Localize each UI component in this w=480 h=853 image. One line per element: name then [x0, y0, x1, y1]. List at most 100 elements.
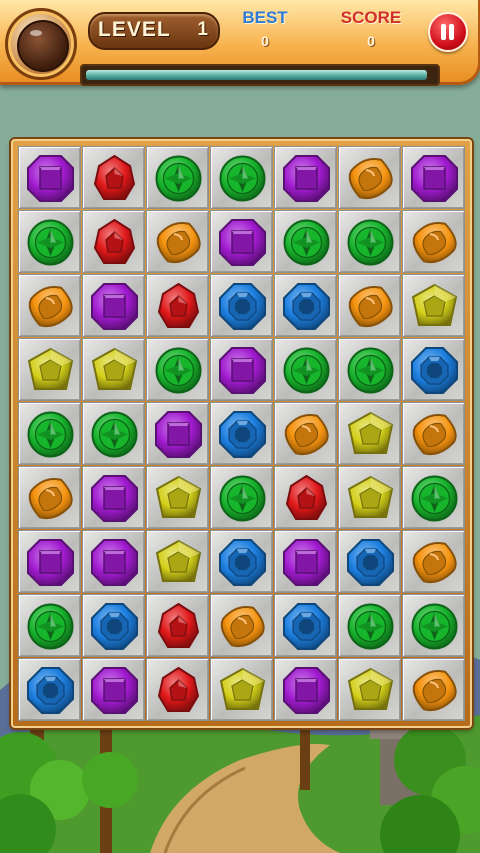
green-gem-icon [155, 155, 202, 202]
pause-button[interactable] [428, 12, 468, 52]
avatar-orb-icon [17, 20, 69, 72]
board-cell[interactable] [210, 146, 273, 209]
board-cell[interactable] [274, 274, 337, 337]
green-gem-icon [27, 603, 74, 650]
green-gem-icon [219, 155, 266, 202]
purple-gem-icon [283, 155, 330, 202]
board-cell[interactable] [18, 210, 81, 273]
board-cell[interactable] [82, 402, 145, 465]
board-cell[interactable] [82, 530, 145, 593]
board-cell[interactable] [274, 210, 337, 273]
board-cell[interactable] [210, 594, 273, 657]
board-cell[interactable] [338, 146, 401, 209]
board-cell[interactable] [338, 402, 401, 465]
board-cell[interactable] [210, 210, 273, 273]
board-cell[interactable] [18, 274, 81, 337]
score-label: SCORE [340, 8, 402, 27]
board-cell[interactable] [210, 658, 273, 721]
board-cell[interactable] [402, 402, 465, 465]
board-cell[interactable] [146, 274, 209, 337]
board-cell[interactable] [82, 210, 145, 273]
purple-gem-icon [283, 667, 330, 714]
time-progress-fill [86, 70, 427, 80]
board-cell[interactable] [210, 402, 273, 465]
board-cell[interactable] [338, 594, 401, 657]
board-cell[interactable] [18, 402, 81, 465]
pause-icon-bar [449, 24, 454, 40]
board-cell[interactable] [338, 274, 401, 337]
green-gem-icon [91, 411, 138, 458]
green-gem-icon [27, 219, 74, 266]
board-cell[interactable] [18, 338, 81, 401]
board-cell[interactable] [82, 594, 145, 657]
blue-gem-icon [27, 667, 74, 714]
board-cell[interactable] [402, 210, 465, 273]
level-value: 1 [197, 19, 208, 40]
board-cell[interactable] [18, 530, 81, 593]
pause-icon [441, 24, 446, 40]
board-cell[interactable] [18, 594, 81, 657]
gem-grid [18, 146, 465, 721]
orange-gem-icon [412, 414, 457, 456]
board-cell[interactable] [402, 146, 465, 209]
board-cell[interactable] [274, 146, 337, 209]
board-cell[interactable] [274, 530, 337, 593]
board-cell[interactable] [82, 658, 145, 721]
board-cell[interactable] [338, 658, 401, 721]
board-cell[interactable] [18, 658, 81, 721]
board-cell[interactable] [210, 338, 273, 401]
board-cell[interactable] [18, 146, 81, 209]
blue-gem-icon [283, 283, 330, 330]
board-cell[interactable] [402, 466, 465, 529]
board-cell[interactable] [402, 658, 465, 721]
board-cell[interactable] [402, 274, 465, 337]
yellow-gem-icon [27, 347, 74, 390]
orange-gem-icon [412, 222, 457, 264]
orange-gem-icon [412, 542, 457, 584]
green-gem-icon [219, 475, 266, 522]
board-cell[interactable] [210, 530, 273, 593]
game-board [11, 139, 472, 728]
board-cell[interactable] [274, 466, 337, 529]
board-cell[interactable] [146, 530, 209, 593]
green-gem-icon [283, 347, 330, 394]
board-cell[interactable] [402, 594, 465, 657]
green-gem-icon [27, 411, 74, 458]
board-cell[interactable] [82, 338, 145, 401]
board-cell[interactable] [82, 466, 145, 529]
orange-gem-icon [28, 286, 73, 328]
board-cell[interactable] [274, 338, 337, 401]
board-cell[interactable] [338, 338, 401, 401]
board-cell[interactable] [18, 466, 81, 529]
board-cell[interactable] [338, 530, 401, 593]
board-cell[interactable] [402, 530, 465, 593]
board-cell[interactable] [146, 594, 209, 657]
time-progress-bar [80, 64, 440, 86]
player-avatar [5, 8, 77, 80]
red-gem-icon [157, 666, 200, 712]
level-indicator: LEVEL 1 [88, 12, 220, 50]
blue-gem-icon [219, 283, 266, 330]
board-cell[interactable] [210, 466, 273, 529]
board-cell[interactable] [274, 658, 337, 721]
board-cell[interactable] [82, 146, 145, 209]
board-cell[interactable] [274, 402, 337, 465]
blue-gem-icon [219, 411, 266, 458]
yellow-gem-icon [347, 667, 394, 710]
green-gem-icon [411, 475, 458, 522]
green-gem-icon [411, 603, 458, 650]
board-cell[interactable] [146, 402, 209, 465]
yellow-gem-icon [219, 667, 266, 710]
board-cell[interactable] [338, 210, 401, 273]
board-cell[interactable] [338, 466, 401, 529]
board-cell[interactable] [146, 658, 209, 721]
purple-gem-icon [91, 283, 138, 330]
board-cell[interactable] [146, 146, 209, 209]
board-cell[interactable] [274, 594, 337, 657]
board-cell[interactable] [146, 338, 209, 401]
board-cell[interactable] [210, 274, 273, 337]
board-cell[interactable] [82, 274, 145, 337]
board-cell[interactable] [146, 210, 209, 273]
board-cell[interactable] [146, 466, 209, 529]
board-cell[interactable] [402, 338, 465, 401]
